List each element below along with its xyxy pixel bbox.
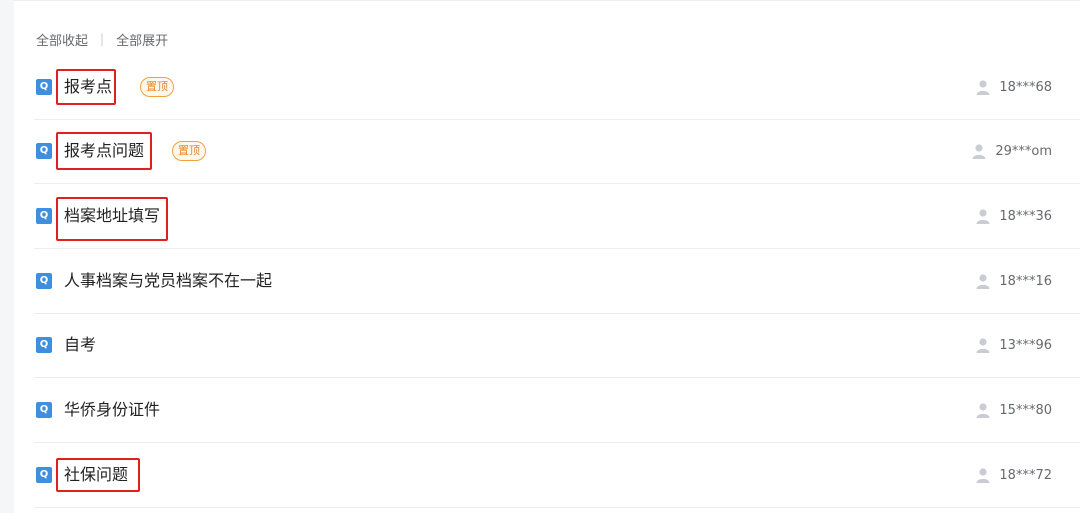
question-icon: Q	[36, 143, 52, 159]
user-icon	[972, 144, 986, 159]
pinned-badge: 置顶	[140, 77, 174, 97]
asker-id: 15***80	[999, 402, 1052, 418]
question-title[interactable]: 自考	[64, 334, 96, 356]
asker-id: 18***68	[999, 79, 1052, 95]
expand-collapse-toolbar: 全部收起 | 全部展开	[36, 30, 168, 49]
question-row[interactable]: Q 报考点 置顶 18***68	[34, 55, 1080, 120]
question-title[interactable]: 社保问题	[64, 464, 128, 486]
asker-info: 18***72	[976, 466, 1052, 484]
user-icon	[976, 274, 990, 289]
question-title[interactable]: 报考点	[64, 76, 112, 98]
question-title[interactable]: 档案地址填写	[64, 205, 160, 227]
expand-all-link[interactable]: 全部展开	[116, 30, 168, 49]
asker-id: 29***om	[995, 143, 1052, 159]
question-row[interactable]: Q 自考 13***96	[34, 313, 1080, 378]
user-icon	[976, 468, 990, 483]
asker-id: 18***36	[999, 208, 1052, 224]
question-row[interactable]: Q 报考点问题 置顶 29***om	[34, 119, 1080, 184]
question-icon: Q	[36, 467, 52, 483]
question-row[interactable]: Q 华侨身份证件 15***80	[34, 378, 1080, 443]
question-row[interactable]: Q 社保问题 18***72	[34, 443, 1080, 508]
asker-info: 13***96	[976, 336, 1052, 354]
asker-info: 18***36	[976, 207, 1052, 225]
user-icon	[976, 403, 990, 418]
asker-id: 18***72	[999, 467, 1052, 483]
user-icon	[976, 209, 990, 224]
question-row[interactable]: Q 人事档案与党员档案不在一起 18***16	[34, 249, 1080, 314]
faq-panel: 全部收起 | 全部展开 Q 报考点 置顶 18***68 Q 报考点问题 置顶 …	[14, 0, 1080, 513]
asker-info: 15***80	[976, 401, 1052, 419]
pinned-badge: 置顶	[172, 141, 206, 161]
asker-id: 18***16	[999, 273, 1052, 289]
question-icon: Q	[36, 79, 52, 95]
toolbar-separator: |	[100, 32, 105, 46]
question-icon: Q	[36, 273, 52, 289]
question-icon: Q	[36, 208, 52, 224]
question-icon: Q	[36, 337, 52, 353]
question-title[interactable]: 人事档案与党员档案不在一起	[64, 270, 272, 292]
question-row[interactable]: Q 档案地址填写 18***36	[34, 184, 1080, 249]
user-icon	[976, 338, 990, 353]
question-title[interactable]: 报考点问题	[64, 140, 144, 162]
user-icon	[976, 80, 990, 95]
question-icon: Q	[36, 402, 52, 418]
asker-info: 29***om	[972, 142, 1052, 160]
asker-id: 13***96	[999, 337, 1052, 353]
collapse-all-link[interactable]: 全部收起	[36, 30, 88, 49]
asker-info: 18***16	[976, 272, 1052, 290]
question-title[interactable]: 华侨身份证件	[64, 399, 160, 421]
asker-info: 18***68	[976, 78, 1052, 96]
